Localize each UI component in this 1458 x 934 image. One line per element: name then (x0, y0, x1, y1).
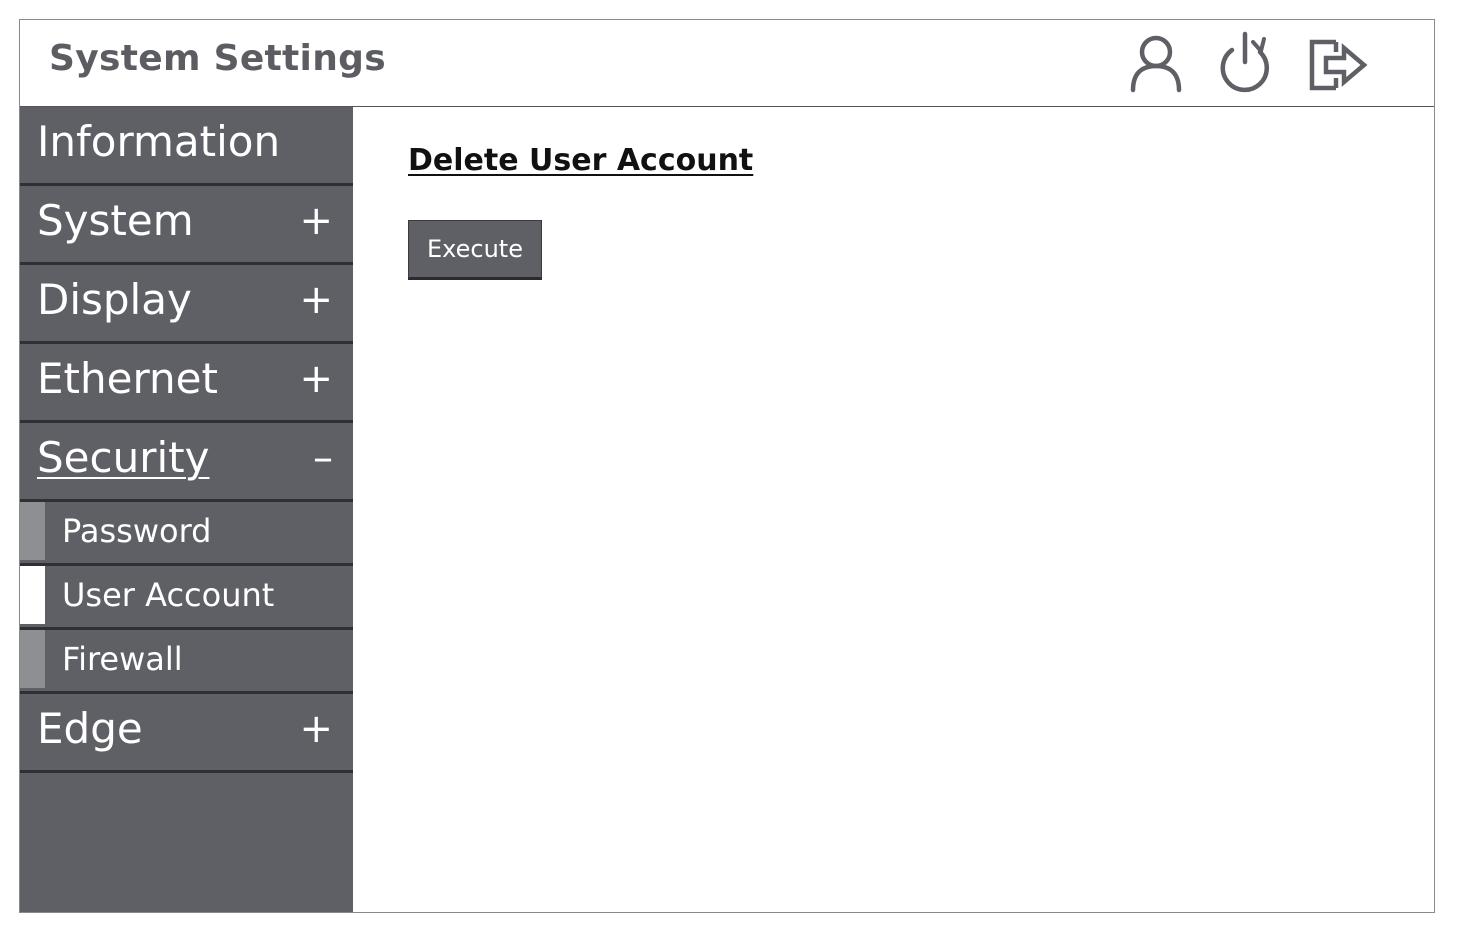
sidebar-item-label: Ethernet (37, 354, 218, 403)
sidebar-subitem-password[interactable]: Password (20, 502, 353, 566)
collapse-minus-icon[interactable]: – (313, 435, 333, 481)
sidebar-item-display[interactable]: Display + (20, 265, 353, 344)
sidebar-item-label: Edge (37, 704, 143, 753)
logout-icon[interactable] (1304, 30, 1370, 96)
expand-plus-icon[interactable]: + (299, 706, 333, 752)
user-icon[interactable] (1123, 30, 1189, 96)
sidebar-item-label: System (37, 196, 194, 245)
sidebar-item-label: Security (37, 433, 210, 482)
expand-plus-icon[interactable]: + (299, 198, 333, 244)
settings-window: System Settings Information System + Dis… (19, 19, 1435, 913)
restart-icon[interactable] (1212, 30, 1278, 96)
expand-plus-icon[interactable]: + (299, 356, 333, 402)
sidebar: Information System + Display + Ethernet … (20, 107, 353, 912)
sidebar-subitem-label: Password (62, 512, 212, 550)
sidebar-item-ethernet[interactable]: Ethernet + (20, 344, 353, 423)
app-title: System Settings (49, 38, 386, 79)
sidebar-item-label: Information (37, 117, 281, 166)
selection-marker (20, 566, 45, 624)
sidebar-item-label: Display (37, 275, 192, 324)
main-content: Delete User Account Execute (353, 107, 1434, 912)
sidebar-item-information[interactable]: Information (20, 107, 353, 186)
selection-marker (20, 502, 45, 560)
expand-plus-icon[interactable]: + (299, 277, 333, 323)
section-title: Delete User Account (408, 143, 754, 178)
sidebar-subitem-user-account[interactable]: User Account (20, 566, 353, 630)
sidebar-item-security[interactable]: Security – (20, 423, 353, 502)
selection-marker (20, 630, 45, 688)
header-bar: System Settings (20, 20, 1434, 107)
sidebar-subitem-label: User Account (62, 576, 275, 614)
execute-button[interactable]: Execute (408, 220, 542, 280)
sidebar-item-edge[interactable]: Edge + (20, 694, 353, 773)
sidebar-subitem-label: Firewall (62, 640, 183, 678)
sidebar-subitem-firewall[interactable]: Firewall (20, 630, 353, 694)
sidebar-item-system[interactable]: System + (20, 186, 353, 265)
